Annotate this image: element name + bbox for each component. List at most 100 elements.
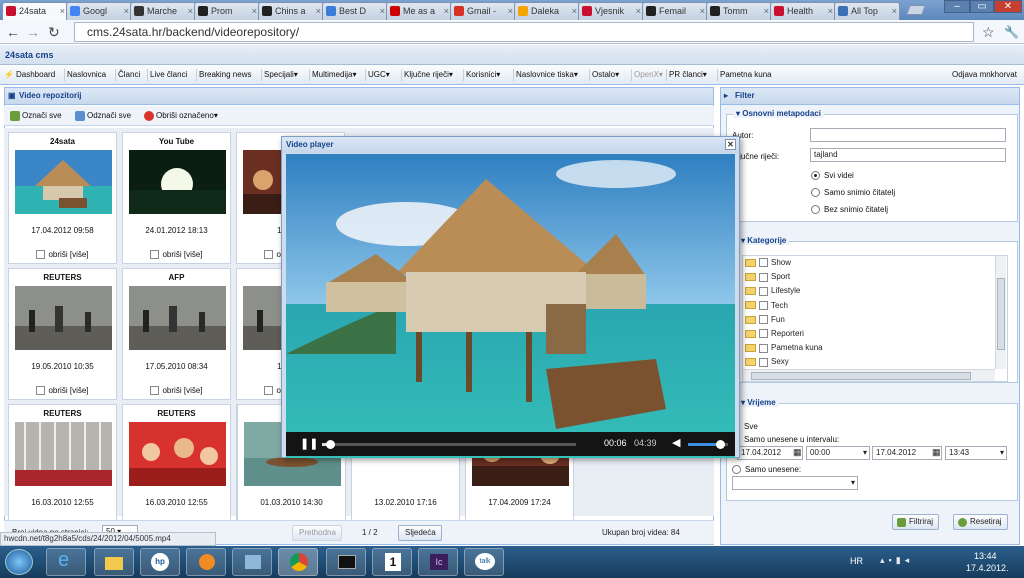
seek-bar[interactable] <box>322 440 576 449</box>
menu-item[interactable]: Specijali▾ <box>264 65 298 85</box>
video-player-titlebar[interactable]: Video player ✕ <box>282 137 739 153</box>
collapse-right-icon[interactable]: ▸ <box>724 88 728 104</box>
only-entered-radio[interactable] <box>732 465 741 475</box>
tab-close-icon[interactable]: × <box>252 3 257 19</box>
browser-tab[interactable]: Googl × <box>66 2 132 20</box>
browser-tab[interactable]: Me as a × <box>386 2 452 20</box>
menu-item[interactable]: Breaking news <box>199 65 251 85</box>
more-link[interactable]: [više] <box>184 386 203 395</box>
tab-close-icon[interactable]: × <box>60 3 65 19</box>
category-checkbox[interactable] <box>759 357 768 367</box>
category-item[interactable]: Sexy <box>745 356 789 368</box>
volume-icon[interactable]: ◀ <box>672 436 680 449</box>
browser-tab[interactable]: Health × <box>770 2 836 20</box>
category-item[interactable]: Lifestyle <box>745 285 800 297</box>
tab-close-icon[interactable]: × <box>764 3 769 19</box>
menu-item[interactable]: Članci <box>118 65 140 85</box>
browser-tab[interactable]: Gmail - × <box>450 2 516 20</box>
delete-checkbox[interactable] <box>36 386 46 396</box>
tab-close-icon[interactable]: × <box>188 3 193 19</box>
menu-item[interactable]: Naslovnica <box>67 65 106 85</box>
clock-time[interactable]: 13:44 <box>974 551 997 561</box>
maximize-button[interactable]: ▭ <box>970 0 994 13</box>
video-tile[interactable]: 24sata 17.04.2012 09:58 obriši [više] <box>8 132 117 264</box>
delete-checkbox[interactable] <box>150 250 160 260</box>
delete-checkbox[interactable] <box>264 250 274 260</box>
categories-vscroll[interactable] <box>995 256 1006 369</box>
video-tile[interactable]: REUTERS 19.05.2010 10:35 obriši [više] <box>8 268 117 400</box>
video-scope-option[interactable]: Samo snimio čitatelj <box>811 188 895 198</box>
back-icon[interactable]: ← <box>6 22 20 42</box>
hp-icon[interactable]: hp <box>140 548 180 576</box>
menu-item[interactable]: Ključne riječi▾ <box>404 65 453 85</box>
tab-close-icon[interactable]: × <box>508 3 513 19</box>
forward-icon[interactable]: → <box>26 22 40 42</box>
menu-item[interactable]: Naslovnice tiska▾ <box>516 65 578 85</box>
url-input[interactable]: cms.24sata.hr/backend/videorepository/ <box>74 22 974 42</box>
video-thumbnail[interactable] <box>129 150 226 214</box>
video-thumbnail[interactable] <box>15 286 112 350</box>
tab-close-icon[interactable]: × <box>380 3 385 19</box>
volume-slider[interactable] <box>688 440 728 449</box>
from-date-picker-icon[interactable]: ▦ <box>793 447 802 458</box>
tab-close-icon[interactable]: × <box>316 3 321 19</box>
only-entered-option[interactable]: Samo unesene: <box>732 465 801 475</box>
delete-selected-button[interactable]: Obriši označeno▾ <box>144 106 218 126</box>
tab-close-icon[interactable]: × <box>636 3 641 19</box>
browser-tab[interactable]: Marche × <box>130 2 196 20</box>
media-player-icon[interactable] <box>186 548 226 576</box>
tab-close-icon[interactable]: × <box>572 3 577 19</box>
only-entered-select[interactable]: ▾ <box>732 476 858 490</box>
author-input[interactable] <box>810 128 1006 142</box>
tab-close-icon[interactable]: × <box>700 3 705 19</box>
category-checkbox[interactable] <box>759 343 768 353</box>
clock-date[interactable]: 17.4.2012. <box>966 563 1009 573</box>
menu-item[interactable]: Multimedija▾ <box>312 65 356 85</box>
browser-tab[interactable]: 24sata × <box>2 2 68 20</box>
generic-app-icon[interactable] <box>232 548 272 576</box>
video-thumbnail[interactable] <box>15 150 112 214</box>
tab-close-icon[interactable]: × <box>828 3 833 19</box>
logout-link[interactable]: Odjava mnkhorvat <box>952 65 1017 85</box>
category-checkbox[interactable] <box>759 315 768 325</box>
start-button[interactable] <box>5 549 33 575</box>
delete-checkbox[interactable] <box>264 386 274 396</box>
select-all-button[interactable]: Označi sve <box>10 106 62 126</box>
gtalk-icon[interactable]: talk <box>464 548 504 576</box>
seek-handle[interactable] <box>325 440 335 449</box>
browser-tab[interactable]: Daleka × <box>514 2 580 20</box>
bookmark-star-icon[interactable]: ☆ <box>982 22 995 42</box>
collapse-icon[interactable]: ▣ <box>8 88 16 104</box>
video-tile[interactable]: REUTERS16.03.2010 12:55obriši [više] <box>122 404 231 536</box>
video-scope-option[interactable]: Bez snimio čitatelj <box>811 205 888 215</box>
video-thumbnail[interactable] <box>129 422 226 486</box>
keywords-input[interactable]: tajland <box>810 148 1006 162</box>
menu-item[interactable]: PR članci▾ <box>669 65 707 85</box>
tab-close-icon[interactable]: × <box>444 3 449 19</box>
explorer-icon[interactable] <box>94 548 134 576</box>
menu-item[interactable]: Live članci <box>150 65 187 85</box>
tab-close-icon[interactable]: × <box>892 3 897 19</box>
more-link[interactable]: [više] <box>184 250 203 259</box>
menu-item[interactable]: OpenX▾ <box>634 65 663 85</box>
more-link[interactable]: [više] <box>70 386 89 395</box>
category-checkbox[interactable] <box>759 286 768 296</box>
category-checkbox[interactable] <box>759 258 768 268</box>
category-item[interactable]: Fun <box>745 314 785 326</box>
video-scope-radio[interactable] <box>811 188 820 198</box>
video-scope-radio[interactable] <box>811 171 820 181</box>
video-scope-option[interactable]: Svi videi <box>811 171 854 181</box>
more-link[interactable]: [više] <box>70 250 89 259</box>
language-indicator[interactable]: HR <box>850 556 863 566</box>
ie-icon[interactable]: e <box>46 548 86 576</box>
category-checkbox[interactable] <box>759 300 768 310</box>
delete-checkbox[interactable] <box>36 250 46 260</box>
browser-tab[interactable]: Tomm × <box>706 2 772 20</box>
reload-icon[interactable]: ↻ <box>48 22 60 42</box>
menu-item[interactable]: Pametna kuna <box>720 65 772 85</box>
interval-option[interactable]: Samo unesene u intervalu: <box>744 435 839 444</box>
deselect-all-button[interactable]: Odznači sve <box>75 106 131 126</box>
delete-checkbox[interactable] <box>150 386 160 396</box>
menu-item[interactable]: Dashboard <box>16 65 55 85</box>
menu-item[interactable]: Korisnici▾ <box>466 65 500 85</box>
